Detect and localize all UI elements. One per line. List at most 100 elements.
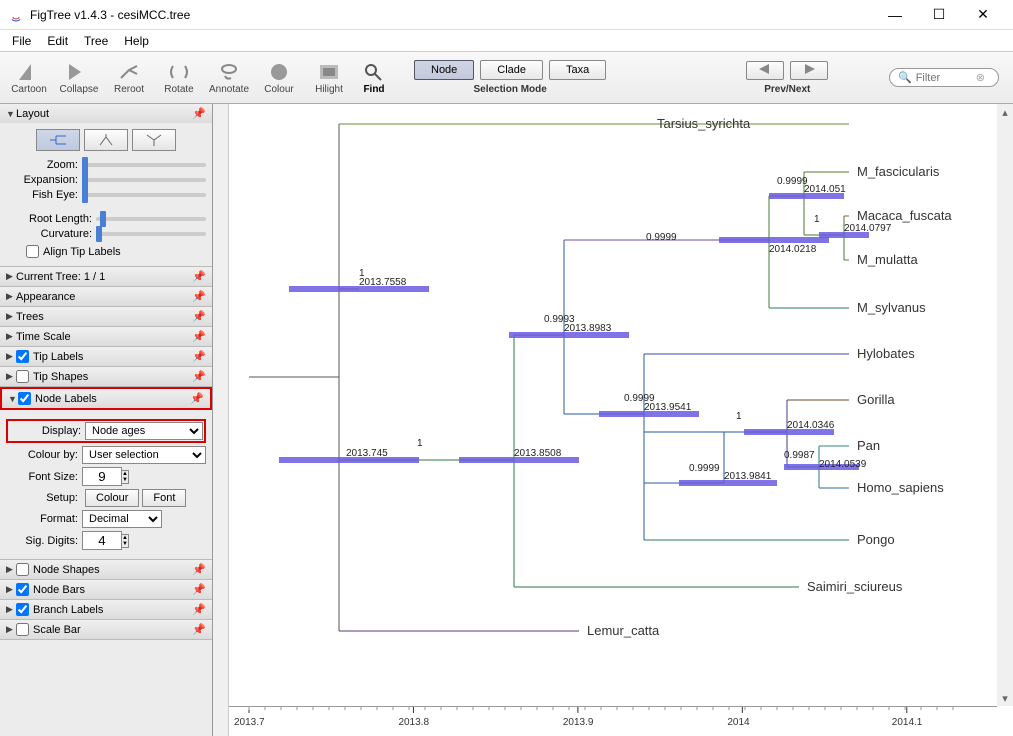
node-shapes-checkbox[interactable] — [16, 563, 29, 576]
layout-header[interactable]: ▼ Layout 📌 — [0, 104, 212, 123]
layout-radial-button[interactable] — [132, 129, 176, 151]
collapse-triangle-icon: ▶ — [6, 624, 16, 635]
tip-shapes-label: Tip Shapes — [33, 371, 192, 383]
tip-labels-checkbox[interactable] — [16, 350, 29, 363]
fontsize-spinner[interactable]: ▲▼ — [121, 470, 129, 484]
scroll-down-icon[interactable]: ▾ — [997, 690, 1013, 706]
hilight-button[interactable]: Hilight — [304, 60, 354, 95]
prevnext-label: Prev/Next — [764, 84, 810, 95]
svg-text:2014.1: 2014.1 — [892, 717, 923, 728]
menu-edit[interactable]: Edit — [39, 32, 76, 50]
setup-colour-button[interactable]: Colour — [85, 489, 139, 507]
section-header-time-scale[interactable]: ▶Time Scale📌 — [0, 327, 212, 346]
pin-icon[interactable]: 📌 — [192, 623, 206, 636]
svg-text:2013.8508: 2013.8508 — [514, 448, 562, 459]
pin-icon[interactable]: 📌 — [192, 290, 206, 303]
section-header-scale-bar[interactable]: ▶Scale Bar📌 — [0, 620, 212, 639]
pin-icon[interactable]: 📌 — [192, 350, 206, 363]
menu-file[interactable]: File — [4, 32, 39, 50]
fisheye-slider[interactable] — [82, 193, 206, 197]
display-select[interactable]: Node ages — [85, 422, 203, 440]
curvature-slider[interactable] — [96, 232, 206, 236]
svg-text:Homo_sapiens: Homo_sapiens — [857, 480, 944, 495]
maximize-button[interactable]: ☐ — [917, 1, 961, 29]
scale-bar-checkbox[interactable] — [16, 623, 29, 636]
section-header-branch-labels[interactable]: ▶Branch Labels📌 — [0, 600, 212, 619]
find-button[interactable]: Find — [354, 60, 394, 95]
pin-icon[interactable]: 📌 — [192, 270, 206, 283]
annotate-button[interactable]: Annotate — [204, 60, 254, 95]
sigdigits-spinner[interactable]: ▲▼ — [121, 534, 129, 548]
selection-node-button[interactable]: Node — [414, 60, 474, 80]
layout-rectangular-button[interactable] — [36, 129, 80, 151]
fontsize-label: Font Size: — [6, 471, 82, 483]
pin-icon[interactable]: 📌 — [192, 370, 206, 383]
rootlen-slider[interactable] — [96, 217, 206, 221]
node-labels-checkbox[interactable] — [18, 392, 31, 405]
menu-tree[interactable]: Tree — [76, 32, 116, 50]
tree-view[interactable]: Tarsius_syrichtaM_fascicularisMacaca_fus… — [229, 104, 1013, 736]
fontsize-input[interactable] — [82, 467, 122, 486]
minimize-button[interactable]: — — [873, 1, 917, 29]
colourby-label: Colour by: — [6, 449, 82, 461]
svg-text:2014: 2014 — [727, 717, 750, 728]
section-tip-labels: ▶Tip Labels📌 — [0, 347, 212, 367]
section-header-node-bars[interactable]: ▶Node Bars📌 — [0, 580, 212, 599]
selection-taxa-button[interactable]: Taxa — [549, 60, 606, 80]
svg-text:0.9987: 0.9987 — [784, 450, 815, 461]
vertical-scrollbar[interactable]: ▴ ▾ — [997, 104, 1013, 706]
filter-box[interactable]: 🔍 ⊗ — [889, 68, 999, 87]
collapse-triangle-icon: ▼ — [6, 109, 16, 119]
trees-label: Trees — [16, 311, 192, 323]
svg-text:Hylobates: Hylobates — [857, 346, 915, 361]
zoom-slider[interactable] — [82, 163, 206, 167]
cartoon-icon — [15, 60, 43, 84]
pin-icon[interactable]: 📌 — [192, 310, 206, 323]
align-tip-checkbox[interactable] — [26, 245, 39, 258]
pin-icon[interactable]: 📌 — [192, 330, 206, 343]
format-select[interactable]: Decimal — [82, 510, 162, 528]
find-icon — [360, 60, 388, 84]
pin-icon[interactable]: 📌 — [190, 392, 204, 405]
section-header-node-shapes[interactable]: ▶Node Shapes📌 — [0, 560, 212, 579]
prev-button[interactable] — [746, 61, 784, 80]
setup-label: Setup: — [6, 492, 82, 504]
section-header-appearance[interactable]: ▶Appearance📌 — [0, 287, 212, 306]
cartoon-button[interactable]: Cartoon — [4, 60, 54, 95]
reroot-button[interactable]: Reroot — [104, 60, 154, 95]
canvas-area: Tarsius_syrichtaM_fascicularisMacaca_fus… — [213, 104, 1013, 736]
svg-text:2013.7558: 2013.7558 — [359, 277, 407, 288]
colourby-select[interactable]: User selection — [82, 446, 206, 464]
expansion-slider[interactable] — [82, 178, 206, 182]
branch-labels-checkbox[interactable] — [16, 603, 29, 616]
colour-button[interactable]: Colour — [254, 60, 304, 95]
scroll-up-icon[interactable]: ▴ — [997, 104, 1013, 120]
layout-polar-button[interactable] — [84, 129, 128, 151]
section-header-tip-shapes[interactable]: ▶Tip Shapes📌 — [0, 367, 212, 386]
pin-icon[interactable]: 📌 — [192, 107, 206, 120]
section-header-trees[interactable]: ▶Trees📌 — [0, 307, 212, 326]
tip-shapes-checkbox[interactable] — [16, 370, 29, 383]
node-bars-checkbox[interactable] — [16, 583, 29, 596]
filter-input[interactable] — [916, 72, 976, 84]
close-button[interactable]: ✕ — [961, 1, 1005, 29]
collapse-triangle-icon: ▶ — [6, 271, 16, 282]
next-button[interactable] — [790, 61, 828, 80]
setup-font-button[interactable]: Font — [142, 489, 186, 507]
title-bar: FigTree v1.4.3 - cesiMCC.tree — ☐ ✕ — [0, 0, 1013, 30]
clear-filter-icon[interactable]: ⊗ — [976, 71, 985, 84]
rotate-button[interactable]: Rotate — [154, 60, 204, 95]
section-header-node-labels[interactable]: ▼Node Labels📌 — [0, 387, 212, 410]
reroot-label: Reroot — [114, 84, 144, 95]
pin-icon[interactable]: 📌 — [192, 583, 206, 596]
svg-text:0.9999: 0.9999 — [624, 393, 655, 404]
collapse-button[interactable]: Collapse — [54, 60, 104, 95]
left-scroll-gutter[interactable] — [213, 104, 229, 736]
selection-clade-button[interactable]: Clade — [480, 60, 543, 80]
section-header-current-tree[interactable]: ▶Current Tree: 1 / 1📌 — [0, 267, 212, 286]
section-header-tip-labels[interactable]: ▶Tip Labels📌 — [0, 347, 212, 366]
pin-icon[interactable]: 📌 — [192, 603, 206, 616]
sigdigits-input[interactable] — [82, 531, 122, 550]
menu-help[interactable]: Help — [116, 32, 157, 50]
pin-icon[interactable]: 📌 — [192, 563, 206, 576]
